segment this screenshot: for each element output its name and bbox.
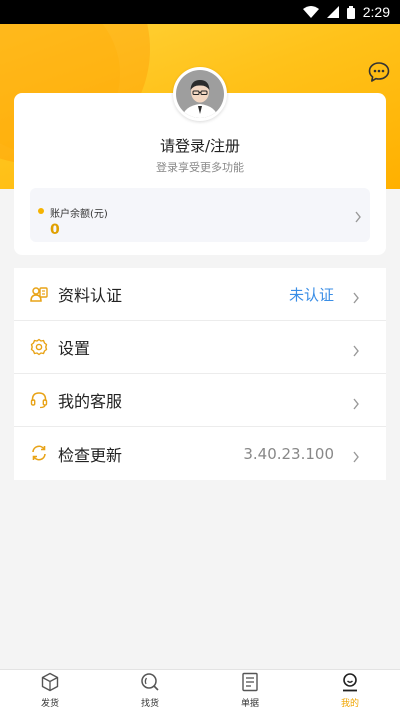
- headset-icon: [30, 391, 48, 409]
- chevron-right-icon: [352, 289, 360, 308]
- id-card-icon: [30, 285, 48, 303]
- menu-label: 我的客服: [58, 392, 123, 411]
- app-version: 3.40.23.100: [243, 444, 334, 463]
- settings-menu: 资料认证 未认证 设置 我的客服 检查更新 3.40.23.100: [14, 268, 386, 480]
- menu-item-check-update[interactable]: 检查更新 3.40.23.100: [14, 427, 386, 480]
- wifi-icon: [302, 6, 319, 18]
- menu-label: 资料认证: [58, 286, 123, 305]
- box-icon: [40, 672, 60, 692]
- nav-label: 我的: [340, 699, 359, 709]
- gear-icon: [30, 338, 48, 356]
- refresh-icon: [30, 444, 48, 462]
- balance-label: 账户余额(元): [50, 209, 108, 220]
- chevron-right-icon: [352, 395, 360, 414]
- chat-bubble-icon[interactable]: [366, 59, 392, 85]
- chevron-right-icon: [352, 448, 360, 467]
- chevron-right-icon: [354, 208, 362, 227]
- balance-value: 0: [50, 222, 60, 238]
- account-balance-card[interactable]: 账户余额(元) 0: [30, 188, 370, 242]
- menu-label: 设置: [58, 339, 91, 358]
- balance-dot-icon: [38, 208, 44, 214]
- tab-ship[interactable]: 发货: [0, 670, 100, 710]
- menu-item-settings[interactable]: 设置: [14, 321, 386, 374]
- tab-mine[interactable]: 我的: [300, 670, 400, 710]
- nav-label: 发货: [40, 699, 59, 709]
- nav-label: 找货: [140, 699, 159, 709]
- user-avatar-icon[interactable]: [173, 67, 227, 121]
- chevron-right-icon: [352, 342, 360, 361]
- login-register-link[interactable]: 请登录/注册: [0, 135, 400, 156]
- menu-item-customer-service[interactable]: 我的客服: [14, 374, 386, 427]
- login-subtitle: 登录享受更多功能: [156, 161, 244, 174]
- tab-documents[interactable]: 单据: [200, 670, 300, 710]
- status-time: 2:29: [362, 4, 390, 20]
- user-icon: [340, 672, 360, 692]
- signal-icon: [326, 6, 339, 18]
- tab-find-cargo[interactable]: 找货: [100, 670, 200, 710]
- verification-status: 未认证: [288, 285, 334, 304]
- menu-label: 检查更新: [58, 445, 123, 465]
- battery-icon: [346, 5, 355, 19]
- menu-item-verification[interactable]: 资料认证 未认证: [14, 268, 386, 321]
- nav-label: 单据: [240, 699, 259, 709]
- search-icon: [140, 672, 160, 692]
- status-bar: 2:29: [0, 0, 400, 24]
- bottom-nav: 发货 找货 单据 我的: [0, 669, 400, 710]
- document-icon: [240, 672, 260, 692]
